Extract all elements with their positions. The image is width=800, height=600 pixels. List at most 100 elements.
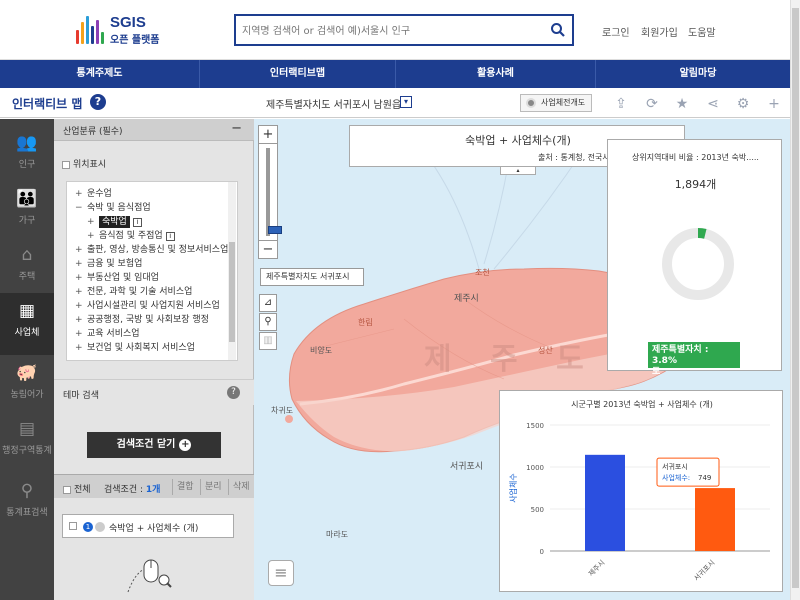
split-button[interactable]: 분리 — [200, 479, 226, 495]
ratio-card: 상위지역대비 비율 : 2013년 숙박..... 1,894개 제주특별자치 … — [607, 139, 782, 377]
expand-icon[interactable]: + — [75, 343, 87, 353]
gear-icon[interactable]: ⚙ — [733, 94, 753, 114]
help-icon[interactable]: ? — [90, 94, 106, 110]
condition-item[interactable]: 1 숙박업 + 사업체수 (개) — [62, 514, 234, 538]
zoom-slider-thumb[interactable] — [268, 226, 282, 234]
tree-item-label: 숙박업 — [99, 216, 130, 228]
house-icon: ⌂ — [21, 245, 33, 265]
delete-button[interactable]: 삭제 — [228, 479, 254, 495]
select-all-toggle[interactable]: 전체 — [63, 482, 91, 495]
tree-scroll-thumb[interactable] — [229, 242, 235, 342]
poi-toggle-button[interactable]: 사업체전개도 — [520, 94, 592, 112]
condition-checkbox[interactable] — [69, 522, 77, 530]
condition-label: 숙박업 + 사업체수 (개) — [109, 524, 199, 534]
pin-icon[interactable]: ⚲ — [259, 313, 277, 331]
search-icon[interactable] — [550, 22, 566, 41]
rail-label: 행정구역통계 — [2, 446, 52, 456]
nav-notices[interactable]: 알림마당 — [596, 60, 800, 88]
page-scroll-thumb[interactable] — [792, 8, 799, 588]
expand-icon[interactable]: + — [75, 287, 87, 297]
zoom-in-button[interactable]: + — [259, 126, 277, 144]
search-icon: ⚲ — [20, 481, 34, 501]
logo-subtext: 오픈 플랫폼 — [110, 35, 160, 46]
rail-item-table-search[interactable]: ⚲ 통계표검색 — [0, 473, 54, 535]
tree-item[interactable]: + 운수업 — [75, 186, 112, 199]
combine-button[interactable]: 결합 — [172, 479, 198, 495]
tree-item[interactable]: + 공공행정, 국방 및 사회보장 행정 — [75, 312, 209, 325]
rail-item-business[interactable]: ▦ 사업체 — [0, 293, 54, 355]
farm-icon: 🐖 — [16, 363, 38, 383]
title-collapse-icon[interactable]: ▴ — [500, 167, 536, 175]
nav-interactive-map[interactable]: 인터랙티브맵 — [200, 60, 396, 88]
star-icon[interactable]: ★ — [672, 94, 692, 114]
place-label: 성산 — [538, 346, 553, 355]
nav-use-cases[interactable]: 활용사례 — [396, 60, 596, 88]
expand-icon[interactable]: + — [75, 259, 87, 269]
measure-icon[interactable]: ⊿ — [259, 294, 277, 312]
theme-search-row[interactable]: 테마 검색 ? — [54, 379, 254, 405]
conditions-count-label: 검색조건 : — [104, 485, 144, 495]
place-label: 제주시 — [454, 294, 479, 304]
conditions-list: 1 숙박업 + 사업체수 (개) — [54, 498, 254, 600]
signup-link[interactable]: 회원가입 — [641, 24, 678, 39]
expand-icon[interactable]: + — [75, 189, 87, 199]
location-toggle[interactable]: 위치표시 — [62, 157, 106, 170]
tree-item[interactable]: + 보건업 및 사회복지 서비스업 — [75, 340, 195, 353]
tree-item[interactable]: + 사업시설관리 및 사업지원 서비스업 — [75, 298, 220, 311]
ratio-title: 상위지역대비 비율 : 2013년 숙박..... — [632, 153, 759, 162]
refresh-icon[interactable]: ⟳ — [642, 94, 662, 114]
expand-icon[interactable]: + — [75, 273, 87, 283]
trash-icon[interactable]: ▥ — [259, 332, 277, 350]
location-checkbox[interactable] — [62, 160, 70, 169]
tree-item[interactable]: + 전문, 과학 및 기술 서비스업 — [75, 284, 192, 297]
rail-item-farm[interactable]: 🐖 농림어가 — [0, 355, 54, 417]
login-link[interactable]: 로그인 — [602, 24, 630, 39]
select-all-checkbox[interactable] — [63, 485, 71, 494]
map-menu-button[interactable]: ≡ — [268, 560, 294, 586]
tree-item[interactable]: + 금융 및 보험업 — [75, 256, 142, 269]
share-icon[interactable]: ⋖ — [703, 94, 723, 114]
tree-item[interactable]: + 교육 서비스업 — [75, 326, 140, 339]
help-link[interactable]: 도움말 — [688, 24, 716, 39]
upload-icon[interactable]: ⇪ — [611, 94, 631, 114]
tree-item[interactable]: + 음식점 및 주점업 i — [87, 228, 175, 241]
help-icon[interactable]: ? — [227, 386, 240, 399]
info-icon[interactable]: i — [132, 218, 142, 227]
place-label: 한림 — [358, 318, 373, 327]
rail-item-population[interactable]: 👥 인구 — [0, 125, 54, 187]
chart-title: 시군구별 2013년 숙박업 + 사업체수 (개) — [571, 400, 713, 409]
close-conditions-button[interactable]: 검색조건 닫기 + — [87, 432, 221, 458]
sgis-logo[interactable]: SGIS 오픈 플랫폼 — [76, 12, 176, 48]
tree-item[interactable]: + 부동산업 및 임대업 — [75, 270, 159, 283]
search-input[interactable] — [242, 22, 542, 40]
expand-icon[interactable]: + — [75, 329, 87, 339]
collapse-icon[interactable]: − — [231, 121, 242, 136]
zoom-slider-track[interactable] — [266, 148, 282, 236]
rail-item-admin-stats[interactable]: ▤ 행정구역통계 — [0, 411, 54, 473]
condition-number: 1 — [83, 522, 93, 532]
bar — [585, 454, 625, 551]
nav-theme-map[interactable]: 통계주제도 — [0, 60, 200, 88]
rail-label: 주택 — [18, 272, 36, 282]
expand-icon[interactable]: + — [87, 231, 99, 241]
collapse-icon[interactable]: − — [75, 203, 87, 213]
tree-item[interactable]: + 숙박업 i — [87, 214, 142, 228]
chevron-down-icon[interactable]: ▾ — [400, 96, 412, 108]
expand-icon[interactable]: + — [75, 315, 87, 325]
zoom-out-button[interactable]: − — [259, 240, 277, 258]
map-icon: ▤ — [18, 419, 36, 439]
ratio-badge: 제주특별자치 : 3.8% 도 — [648, 342, 740, 377]
add-icon[interactable]: + — [764, 94, 784, 114]
tree-item[interactable]: − 숙박 및 음식점업 — [75, 200, 151, 213]
rail-item-household[interactable]: 👪 가구 — [0, 181, 54, 243]
page-scrollbar[interactable] — [790, 0, 800, 600]
tree-item[interactable]: + 출판, 영상, 방송통신 및 정보서비스업 — [75, 242, 228, 255]
expand-icon[interactable]: + — [75, 301, 87, 311]
info-icon[interactable]: i — [165, 232, 175, 241]
rail-item-housing[interactable]: ⌂ 주택 — [0, 237, 54, 299]
tooltip-label: 사업체수: — [662, 473, 690, 482]
expand-icon[interactable]: + — [75, 245, 87, 255]
tree-scrollbar[interactable] — [228, 182, 236, 360]
tree-item-label: 사업시설관리 및 사업지원 서비스업 — [87, 301, 220, 311]
expand-icon[interactable]: + — [87, 217, 99, 227]
